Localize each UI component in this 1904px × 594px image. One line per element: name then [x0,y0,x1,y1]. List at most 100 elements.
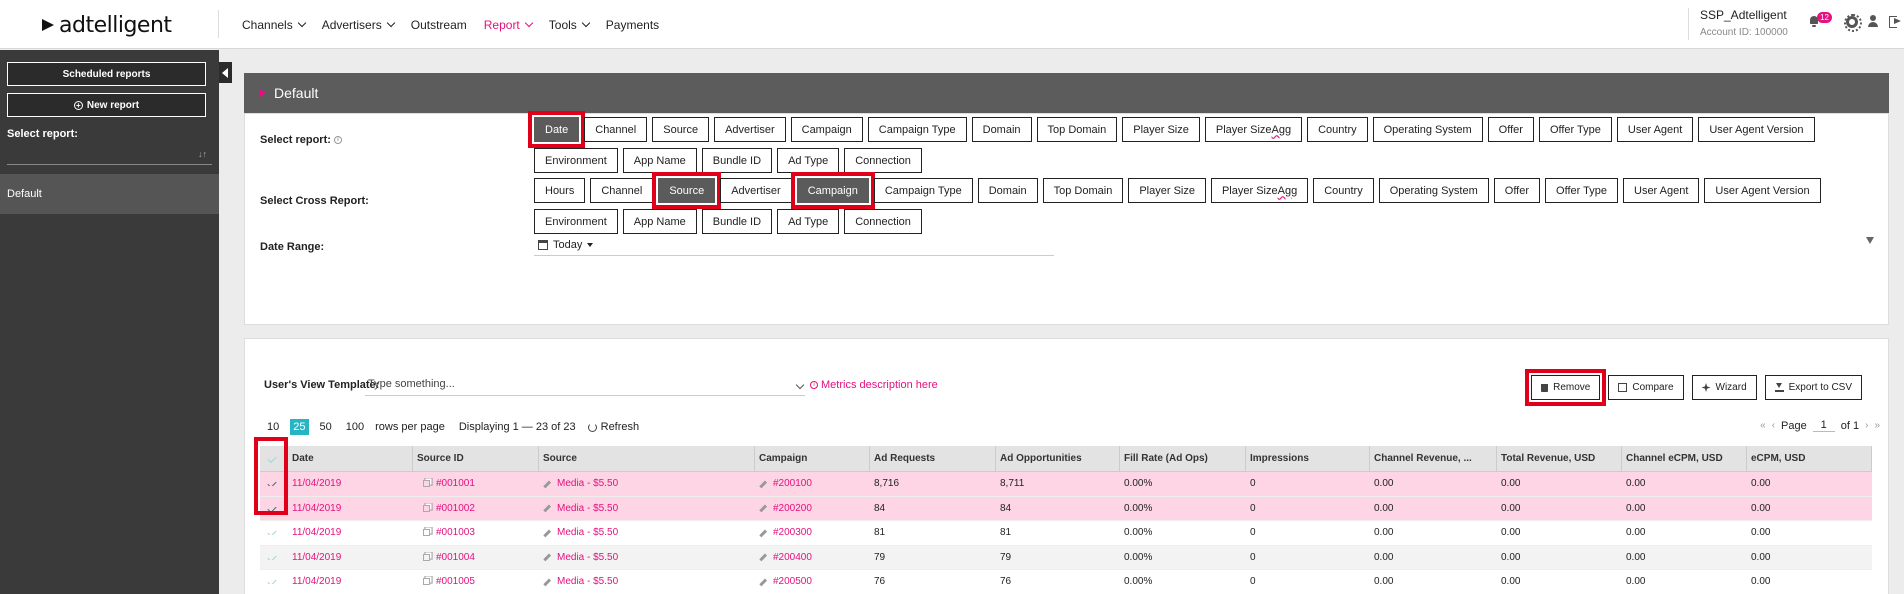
column-header-ad-requests[interactable]: Ad Requests [870,446,996,471]
column-header-ad-opportunities[interactable]: Ad Opportunities [996,446,1120,471]
cross-chip-app-name[interactable]: App Name [622,209,697,234]
brand-logo[interactable]: adtelligent [42,12,172,38]
report-chip-player-size-agg[interactable]: Player Size Agg [1204,117,1303,142]
copy-icon[interactable] [423,553,430,561]
cell-source[interactable]: Media - $5.50 [539,552,755,563]
report-chip-domain[interactable]: Domain [971,117,1032,142]
pencil-icon[interactable] [759,553,767,561]
cross-chip-advertiser[interactable]: Advertiser [720,178,792,203]
template-input[interactable]: Type something... [365,372,805,396]
row-checkbox[interactable] [260,554,288,560]
nav-item-report[interactable]: Report [484,18,534,32]
pencil-icon[interactable] [759,480,767,488]
cross-chip-user-agent-version[interactable]: User Agent Version [1704,178,1821,203]
prev-page-icon[interactable]: ‹ [1772,420,1775,431]
cross-chip-ad-type[interactable]: Ad Type [777,209,840,234]
cell-source[interactable]: Media - $5.50 [539,527,755,538]
report-chip-campaign-type[interactable]: Campaign Type [867,117,967,142]
report-chip-user-agent[interactable]: User Agent [1616,117,1694,142]
cell-source[interactable]: Media - $5.50 [539,503,755,514]
page-size-100[interactable]: 100 [343,419,367,435]
refresh-button[interactable]: Refresh [587,421,639,433]
copy-icon[interactable] [423,504,430,512]
info-icon[interactable]: i [333,136,342,145]
pencil-icon[interactable] [543,480,551,488]
cross-chip-offer[interactable]: Offer [1493,178,1541,203]
page-size-10[interactable]: 10 [264,419,282,435]
table-row[interactable]: 11/04/2019 #001002 Media - $5.50 #200200 84 8… [260,496,1872,521]
report-chip-environment[interactable]: Environment [534,148,618,173]
cross-chip-channel[interactable]: Channel [590,178,654,203]
column-header-channel-revenue[interactable]: Channel Revenue, ... [1370,446,1497,471]
gear-icon[interactable] [1844,14,1862,32]
compare-button[interactable]: Compare [1608,375,1684,400]
column-header-campaign[interactable]: Campaign [755,446,870,471]
metrics-description-link[interactable]: i Metrics description here [810,379,938,391]
pencil-icon[interactable] [543,553,551,561]
cross-chip-player-size-agg[interactable]: Player Size Agg [1210,178,1309,203]
cell-campaign[interactable]: #200400 [755,552,870,563]
cell-campaign[interactable]: #200500 [755,576,870,587]
select-all-checkbox[interactable] [260,446,288,471]
page-size-25[interactable]: 25 [290,419,309,435]
nav-item-tools[interactable]: Tools [549,18,591,32]
nav-item-advertisers[interactable]: Advertisers [322,18,395,32]
logout-icon[interactable] [1888,14,1902,28]
cell-campaign[interactable]: #200200 [755,503,870,514]
cross-chip-country[interactable]: Country [1313,178,1374,203]
cross-chip-connection[interactable]: Connection [844,209,922,234]
row-checkbox[interactable] [260,579,288,585]
nav-item-payments[interactable]: Payments [606,18,659,32]
cell-campaign[interactable]: #200300 [755,527,870,538]
user-icon[interactable] [1866,14,1880,28]
report-chip-offer-type[interactable]: Offer Type [1538,117,1612,142]
report-chip-campaign[interactable]: Campaign [790,117,863,142]
row-checkbox[interactable] [260,481,288,487]
report-chip-bundle-id[interactable]: Bundle ID [701,148,773,173]
cross-chip-domain[interactable]: Domain [977,178,1038,203]
cross-chip-top-domain[interactable]: Top Domain [1042,178,1124,203]
cell-source-id[interactable]: #001004 [413,552,539,563]
sidebar-item-default[interactable]: Default [0,174,219,214]
table-row[interactable]: 11/04/2019 #001004 Media - $5.50 #200400 79 7… [260,545,1872,570]
pencil-icon[interactable] [543,578,551,586]
report-chip-offer[interactable]: Offer [1487,117,1534,142]
next-page-icon[interactable]: › [1865,420,1868,431]
page-number-input[interactable]: 1 [1812,419,1835,432]
report-chip-date[interactable]: Date [527,111,586,148]
pencil-icon[interactable] [543,504,551,512]
cross-chip-offer-type[interactable]: Offer Type [1545,178,1618,203]
report-chip-player-size[interactable]: Player Size [1122,117,1200,142]
report-chip-country[interactable]: Country [1307,117,1368,142]
report-chip-operating-system[interactable]: Operating System [1372,117,1483,142]
cell-date[interactable]: 11/04/2019 [288,527,413,538]
wizard-button[interactable]: Wizard [1691,375,1757,400]
cell-date[interactable]: 11/04/2019 [288,576,413,587]
last-page-icon[interactable]: » [1874,420,1880,431]
report-chip-channel[interactable]: Channel [584,117,648,142]
collapse-sidebar-button[interactable] [219,62,232,83]
cross-chip-campaign[interactable]: Campaign [790,172,875,209]
column-header-date[interactable]: Date [288,446,413,471]
scheduled-reports-button[interactable]: Scheduled reports [7,62,206,86]
pencil-icon[interactable] [759,578,767,586]
cross-chip-player-size[interactable]: Player Size [1128,178,1206,203]
cell-source[interactable]: Media - $5.50 [539,478,755,489]
cross-chip-campaign-type[interactable]: Campaign Type [873,178,973,203]
copy-icon[interactable] [423,480,430,488]
cell-source-id[interactable]: #001003 [413,527,539,538]
filter-icon[interactable] [1866,237,1874,244]
table-row[interactable]: 11/04/2019 #001001 Media - $5.50 #200100 8,7… [260,472,1872,497]
page-size-50[interactable]: 50 [317,419,335,435]
cell-source[interactable]: Media - $5.50 [539,576,755,587]
cross-chip-source[interactable]: Source [652,172,722,209]
column-header-source[interactable]: Source [539,446,755,471]
nav-item-channels[interactable]: Channels [242,18,306,32]
cell-date[interactable]: 11/04/2019 [288,478,413,489]
report-chip-app-name[interactable]: App Name [622,148,697,173]
column-header-impressions[interactable]: Impressions [1246,446,1370,471]
export-csv-button[interactable]: Export to CSV [1764,375,1862,400]
bell-icon[interactable]: 12 [1808,12,1832,28]
account-info[interactable]: SSP_Adtelligent Account ID: 100000 [1700,8,1788,38]
copy-icon[interactable] [423,529,430,537]
